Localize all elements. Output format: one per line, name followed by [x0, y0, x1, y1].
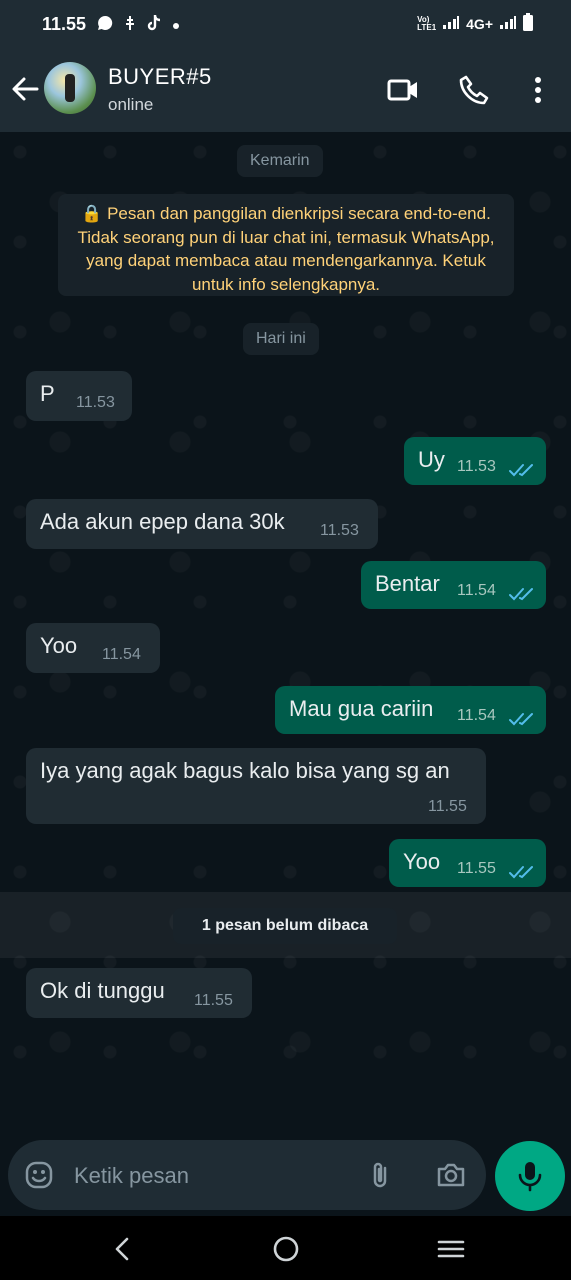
message-text: Mau gua cariin	[289, 696, 434, 721]
system-nav-bar	[0, 1216, 571, 1280]
phone-icon[interactable]	[458, 74, 490, 106]
message-text: Iya yang agak bagus kalo bisa yang sg an	[40, 758, 450, 783]
mic-button[interactable]	[495, 1141, 565, 1211]
back-arrow-icon[interactable]	[10, 74, 40, 104]
message-time: 11.53	[76, 394, 115, 411]
nav-recents-icon[interactable]	[436, 1234, 466, 1264]
message-incoming[interactable]: Iya yang agak bagus kalo bisa yang sg an…	[26, 748, 486, 824]
chat-header: BUYER#5 online	[0, 48, 571, 132]
status-right: Vo) LTE1 4G+	[417, 13, 533, 34]
message-incoming[interactable]: P 11.53	[26, 371, 132, 421]
chat-area[interactable]: Kemarin 🔒 Pesan dan panggilan dienkripsi…	[0, 132, 571, 1132]
nav-home-icon[interactable]	[271, 1234, 301, 1264]
message-text: P	[40, 381, 55, 406]
message-input[interactable]	[72, 1162, 346, 1190]
message-time: 11.55	[194, 992, 233, 1009]
message-outgoing[interactable]: Bentar 11.54	[361, 561, 546, 609]
signal-icon	[442, 15, 460, 32]
message-time: 11.54	[102, 646, 141, 663]
date-divider-today: Hari ini	[243, 323, 319, 355]
mic-icon	[515, 1160, 545, 1197]
contact-status: online	[108, 95, 154, 114]
more-vert-icon[interactable]	[522, 74, 554, 106]
read-ticks-icon	[509, 582, 535, 601]
volte-icon: Vo) LTE1	[417, 14, 437, 32]
status-bar: 11.55 Vo) LTE1 4G+	[0, 0, 571, 48]
battery-icon	[523, 13, 533, 34]
message-text: Ok di tunggu	[40, 978, 165, 1003]
read-ticks-icon	[509, 860, 535, 879]
avatar[interactable]	[44, 62, 96, 114]
contact-name[interactable]: BUYER#5	[108, 64, 212, 90]
signal-icon-2	[499, 15, 517, 32]
tiktok-icon	[146, 14, 162, 36]
message-incoming[interactable]: Ada akun epep dana 30k 11.53	[26, 499, 378, 549]
chat-notification-icon	[96, 14, 114, 36]
message-text: Ada akun epep dana 30k	[40, 509, 285, 534]
message-time: 11.54	[457, 582, 496, 599]
message-outgoing[interactable]: Uy 11.53	[404, 437, 546, 485]
attach-icon[interactable]	[366, 1160, 396, 1190]
usb-icon	[124, 15, 136, 35]
message-time: 11.55	[428, 798, 467, 815]
camera-icon[interactable]	[435, 1160, 465, 1190]
message-text: Yoo	[403, 849, 441, 874]
date-divider-yesterday: Kemarin	[237, 145, 323, 177]
unread-count-label: 1 pesan belum dibaca	[173, 908, 397, 944]
message-composer	[8, 1140, 486, 1210]
read-ticks-icon	[509, 458, 535, 477]
message-outgoing[interactable]: Yoo 11.55	[389, 839, 546, 887]
network-type: 4G+	[466, 15, 493, 32]
emoji-icon[interactable]	[24, 1160, 54, 1190]
message-time: 11.53	[457, 458, 496, 475]
message-outgoing[interactable]: Mau gua cariin 11.54	[275, 686, 546, 734]
status-time: 11.55	[42, 14, 87, 34]
encryption-notice[interactable]: 🔒 Pesan dan panggilan dienkripsi secara …	[58, 194, 514, 296]
read-ticks-icon	[509, 707, 535, 726]
message-time: 11.55	[457, 860, 496, 877]
nav-back-icon[interactable]	[108, 1234, 138, 1264]
message-time: 11.54	[457, 707, 496, 724]
message-text: Uy	[418, 447, 445, 472]
message-incoming[interactable]: Ok di tunggu 11.55	[26, 968, 252, 1018]
notification-icons	[96, 14, 180, 36]
dot-icon	[172, 17, 180, 34]
message-text: Bentar	[375, 571, 440, 596]
video-call-icon[interactable]	[386, 74, 418, 106]
message-text: Yoo	[40, 633, 78, 658]
message-incoming[interactable]: Yoo 11.54	[26, 623, 160, 673]
message-time: 11.53	[320, 522, 359, 539]
